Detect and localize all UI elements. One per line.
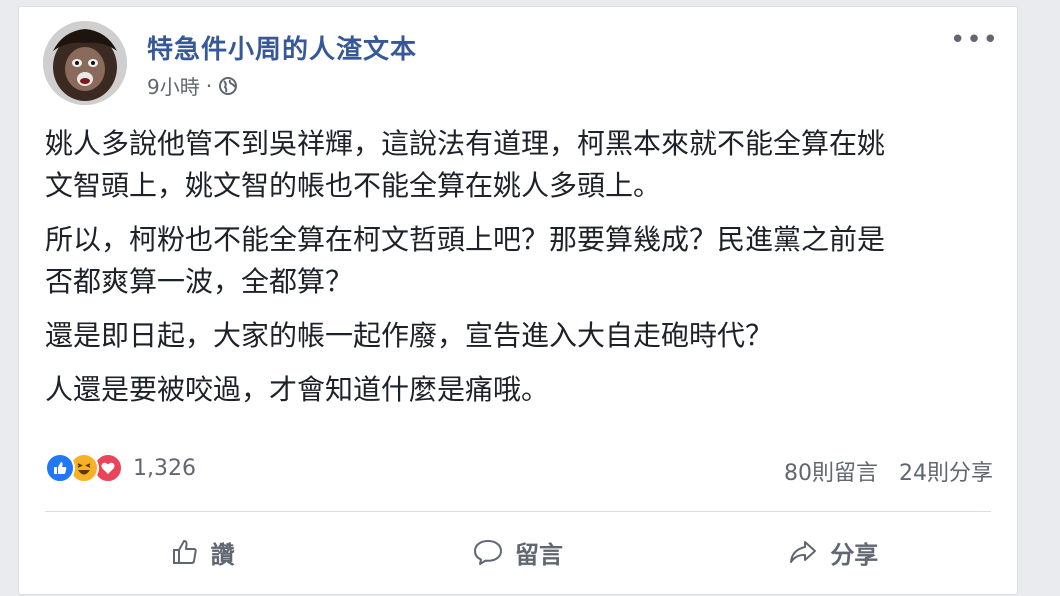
comment-count-link[interactable]: 80則留言 — [784, 461, 878, 486]
globe-icon[interactable] — [218, 76, 238, 96]
comment-icon — [473, 540, 502, 565]
post-paragraph: 人還是要被咬過，才會知道什麼是痛哦。 — [45, 373, 550, 406]
comment-button[interactable]: 留言 — [360, 517, 675, 587]
post-stats: 80則留言 24則分享 — [784, 455, 993, 487]
post-paragraph: 姚人多說他管不到吳祥輝，這說法有道理，柯黑本來就不能全算在姚 文智頭上，姚文智的… — [45, 127, 886, 202]
post-body: 姚人多說他管不到吳祥輝，這說法有道理，柯黑本來就不能全算在姚 文智頭上，姚文智的… — [45, 123, 995, 423]
share-arrow-icon — [790, 541, 817, 563]
avatar-image — [43, 21, 127, 105]
avatar[interactable] — [43, 21, 127, 105]
thumbs-up-icon — [172, 540, 197, 564]
share-count-link[interactable]: 24則分享 — [899, 461, 993, 486]
like-icon — [45, 453, 75, 483]
reactions-summary[interactable]: 1,326 — [45, 453, 196, 483]
like-button[interactable]: 讚 — [45, 517, 360, 587]
like-button-label: 讚 — [210, 540, 235, 569]
reaction-count: 1,326 — [133, 455, 196, 481]
action-divider — [45, 511, 991, 512]
post-paragraph: 所以，柯粉也不能全算在柯文哲頭上吧？那要算幾成？民進黨之前是 否都爽算一波，全都… — [45, 223, 886, 298]
author-name[interactable]: 特急件小周的人渣文本 — [147, 29, 417, 66]
meta-separator: · — [205, 73, 213, 98]
post-actions: 讚 留言 分享 — [45, 517, 991, 587]
more-options-button[interactable]: ••• — [950, 25, 999, 55]
share-button-label: 分享 — [830, 540, 879, 569]
post-timestamp[interactable]: 9小時 — [147, 71, 200, 100]
post-card: 特急件小周的人渣文本 9小時 · ••• 姚人多說他管不到吳祥輝，這說法有道理，… — [18, 6, 1018, 595]
post-meta: 9小時 · — [147, 71, 238, 100]
share-button[interactable]: 分享 — [676, 517, 991, 587]
comment-button-label: 留言 — [514, 540, 563, 569]
post-paragraph: 還是即日起，大家的帳一起作廢，宣告進入大自走砲時代？ — [45, 319, 774, 352]
